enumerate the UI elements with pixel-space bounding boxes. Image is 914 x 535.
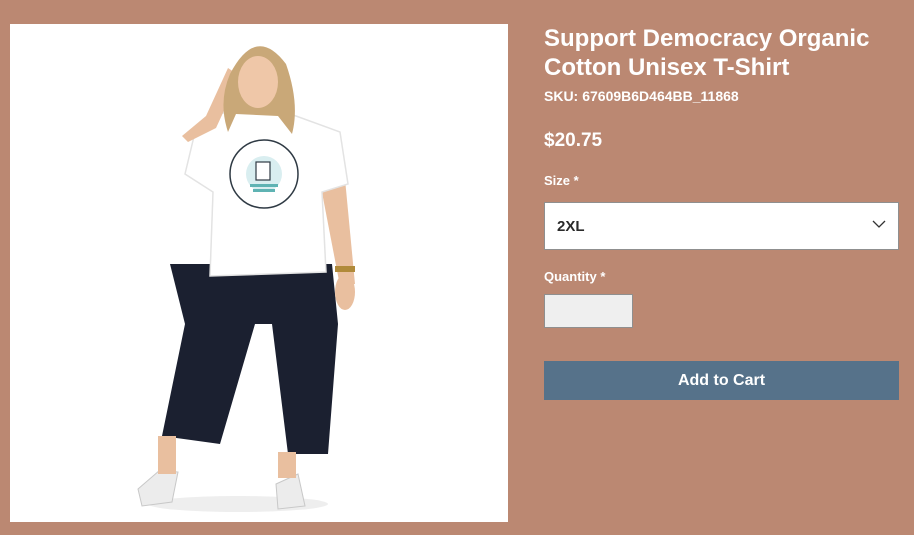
product-info: Support Democracy Organic Cotton Unisex … <box>544 24 899 400</box>
product-image[interactable] <box>10 24 508 522</box>
size-select-value: 2XL <box>557 218 585 235</box>
left-ankle <box>158 436 176 474</box>
product-photo <box>137 46 355 512</box>
add-to-cart-button[interactable]: Add to Cart <box>544 361 899 400</box>
sku-label: SKU: <box>544 88 579 104</box>
right-shoe <box>275 473 306 510</box>
quantity-label: Quantity * <box>544 269 606 284</box>
size-select[interactable]: 2XL <box>544 202 899 250</box>
right-ankle <box>278 452 296 478</box>
size-label: Size * <box>544 173 579 188</box>
product-title: Support Democracy Organic Cotton Unisex … <box>544 25 870 81</box>
sku-value: 67609B6D464BB_11868 <box>582 88 739 104</box>
face <box>238 56 278 108</box>
pants <box>162 264 338 454</box>
product-sku: SKU: 67609B6D464BB_11868 <box>544 88 899 105</box>
quantity-input[interactable] <box>544 294 633 328</box>
left-shoe <box>137 469 179 507</box>
chevron-down-icon <box>872 220 886 228</box>
right-hand <box>335 274 355 310</box>
product-price: $20.75 <box>544 130 603 151</box>
watch <box>335 266 355 272</box>
